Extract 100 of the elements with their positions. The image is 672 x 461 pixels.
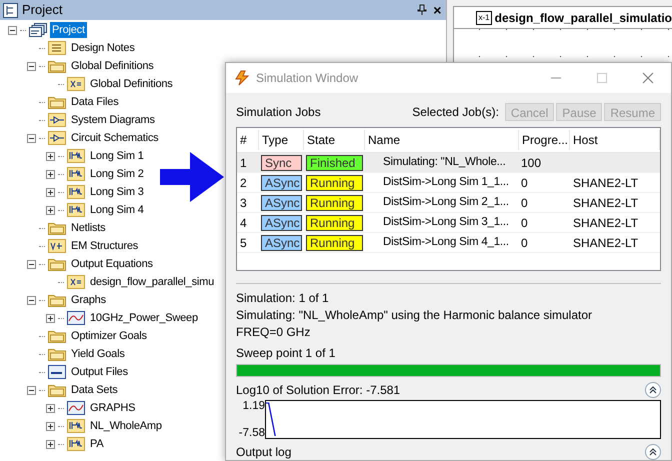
file-icon <box>48 365 66 379</box>
pin-icon[interactable] <box>417 4 428 16</box>
equation-tab-icon: x-1 <box>476 10 492 24</box>
table-cell-text: SHANE2-LT <box>572 234 640 252</box>
state-tag: Running <box>306 234 363 251</box>
folder-icon <box>48 221 66 235</box>
collapse-icon[interactable] <box>8 26 17 34</box>
tree-item[interactable]: GRAPHS <box>88 400 138 416</box>
column-header[interactable]: Type <box>259 130 304 150</box>
tree-item[interactable]: Data Files <box>69 94 121 110</box>
tree-item[interactable]: 10GHz_Power_Sweep <box>88 310 200 326</box>
tree-item[interactable]: Long Sim 1 <box>88 148 146 164</box>
schematic-icon <box>67 203 85 217</box>
expand-icon[interactable] <box>46 314 55 322</box>
tree-item[interactable]: Netlists <box>69 220 108 236</box>
schematic-icon <box>67 149 85 163</box>
type-tag: Sync <box>261 154 302 171</box>
expand-icon[interactable] <box>46 188 55 196</box>
expand-icon[interactable] <box>46 440 55 448</box>
schematic-icon <box>67 167 85 181</box>
tree-item[interactable]: Yield Goals <box>69 346 127 362</box>
collapse-icon[interactable] <box>645 382 661 398</box>
job-row[interactable]: 3 ASync Running DistSim->Long Sim 2_1... 0 SHANE2-LT <box>237 193 660 214</box>
tree-item[interactable]: Optimizer Goals <box>69 328 149 344</box>
table-cell-text: 5 <box>239 234 248 252</box>
status-line: Simulation: 1 of 1 <box>236 291 330 306</box>
expand-icon[interactable] <box>46 422 55 430</box>
lightning-icon <box>234 70 250 86</box>
folder-icon <box>48 257 66 271</box>
graph-icon <box>67 401 85 415</box>
table-cell-text: 0 <box>520 214 529 232</box>
type-tag: ASync <box>261 214 302 231</box>
tree-item[interactable]: Output Files <box>69 364 130 380</box>
tree-item[interactable]: Circuit Schematics <box>69 130 160 146</box>
document-tab[interactable]: x-1 design_flow_parallel_simulatio <box>453 6 672 28</box>
status-line: Simulating: "NL_WholeAmp" using the Harmonic balance simulator <box>236 308 594 323</box>
table-cell-text: DistSim->Long Sim 4_1... <box>382 235 510 250</box>
tree-item[interactable]: NL_WholeAmp <box>88 418 164 434</box>
type-tag: ASync <box>261 174 302 191</box>
em-icon <box>48 239 66 253</box>
panel-title: Project <box>22 1 64 20</box>
tree-item[interactable]: System Diagrams <box>69 112 157 128</box>
collapse-icon[interactable] <box>27 386 36 394</box>
arrow-icon <box>160 152 224 202</box>
schematic-icon <box>67 185 85 199</box>
collapse-icon[interactable] <box>27 296 36 304</box>
expand-icon[interactable] <box>46 206 55 214</box>
type-tag: ASync <box>261 234 302 251</box>
jobs-label: Simulation Jobs <box>236 104 322 121</box>
column-header[interactable]: Progre... <box>519 130 570 150</box>
schematic-icon <box>67 437 85 451</box>
tree-item[interactable]: Long Sim 4 <box>88 202 146 218</box>
job-row[interactable]: 5 ASync Running DistSim->Long Sim 4_1... 0 SHANE2-LT <box>237 233 660 254</box>
table-cell-text: DistSim->Long Sim 2_1... <box>382 195 510 210</box>
state-tag: Running <box>306 194 363 211</box>
tree-item[interactable]: Design Notes <box>69 40 137 56</box>
job-row[interactable]: 4 ASync Running DistSim->Long Sim 3_1... 0 SHANE2-LT <box>237 213 660 234</box>
tree-item[interactable]: Global Definitions <box>69 58 156 74</box>
tree-panel-icon <box>3 2 18 18</box>
table-cell-text: 1 <box>239 154 248 172</box>
collapse-icon[interactable] <box>27 134 36 142</box>
tree-item[interactable]: Graphs <box>69 292 108 308</box>
column-header[interactable]: # <box>237 130 259 150</box>
tree-item[interactable]: Global Definitions <box>88 76 175 92</box>
block-diagram-icon <box>48 131 66 145</box>
collapse-icon[interactable] <box>27 62 36 70</box>
expand-icon[interactable] <box>46 404 55 412</box>
expand-icon[interactable] <box>46 152 55 160</box>
tree-item[interactable]: Output Equations <box>69 256 155 272</box>
column-header[interactable]: Host <box>570 130 660 150</box>
expand-icon[interactable] <box>46 170 55 178</box>
tab-label: design_flow_parallel_simulatio <box>494 10 672 26</box>
tree-item[interactable]: PA <box>88 436 106 452</box>
tree-item[interactable]: EM Structures <box>69 238 140 254</box>
output-log-label: Output log <box>236 444 292 460</box>
collapse-icon[interactable] <box>27 260 36 268</box>
selected-jobs-label: Selected Job(s): <box>412 104 499 121</box>
table-cell-text: SHANE2-LT <box>572 214 640 232</box>
tree-item[interactable]: Project <box>50 22 87 38</box>
tree-item[interactable]: Data Sets <box>69 382 120 398</box>
column-header[interactable]: Name <box>365 130 519 150</box>
table-cell-text: DistSim->Long Sim 1_1... <box>382 175 510 190</box>
block-diagram-icon <box>48 113 66 127</box>
tree-item[interactable]: Long Sim 2 <box>88 166 146 182</box>
collapse-icon[interactable] <box>645 444 661 460</box>
equation-icon <box>67 77 85 91</box>
table-cell-text: 0 <box>520 194 529 212</box>
close-button[interactable]: × <box>431 3 444 17</box>
table-cell-text: 100 <box>520 154 542 172</box>
column-header[interactable]: State <box>304 130 365 150</box>
error-label: Log10 of Solution Error: -7.581 <box>236 382 402 398</box>
folder-icon <box>48 383 66 397</box>
status-line: FREQ=0 GHz <box>236 325 312 340</box>
tree-item[interactable]: Long Sim 3 <box>88 184 146 200</box>
graph-icon <box>67 311 85 325</box>
notes-icon <box>48 41 66 55</box>
job-row[interactable]: 2 ASync Running DistSim->Long Sim 1_1... 0 SHANE2-LT <box>237 173 660 194</box>
state-tag: Running <box>306 174 363 191</box>
job-row[interactable]: 1 Sync Finished Simulating: "NL_Whole... 100 <box>237 153 660 174</box>
tree-item[interactable]: design_flow_parallel_simu <box>88 274 216 290</box>
